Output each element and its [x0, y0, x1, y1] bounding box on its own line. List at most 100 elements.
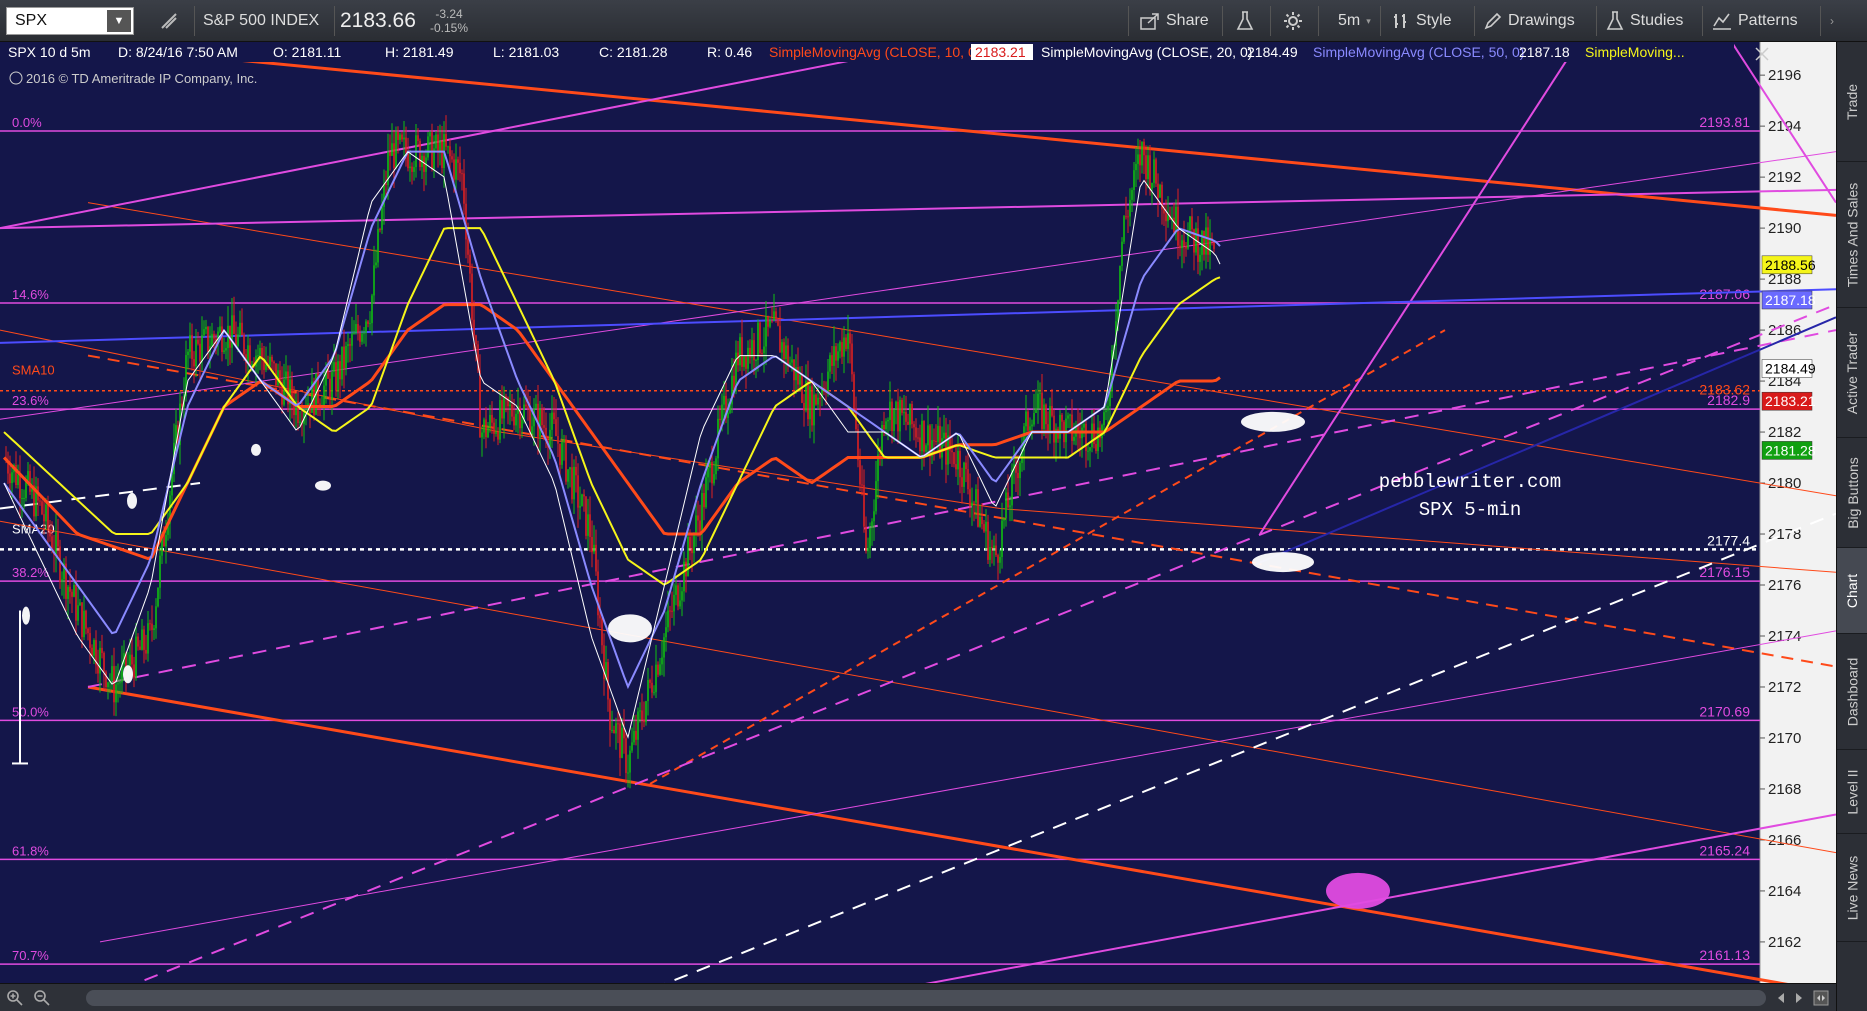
zoom-in-icon[interactable]	[6, 989, 24, 1007]
candle-body	[1173, 217, 1175, 233]
tab-trade[interactable]: Trade	[1837, 42, 1867, 162]
drawing-marker[interactable]	[608, 614, 652, 643]
style-menu[interactable]: Style	[1392, 0, 1452, 42]
candle-body	[773, 311, 775, 321]
candle-body	[195, 339, 197, 367]
candle-body	[809, 386, 811, 420]
candle-body	[835, 346, 837, 361]
candle-body	[57, 531, 59, 547]
candle-body	[633, 730, 635, 743]
candle-body	[989, 547, 991, 560]
candle-body	[843, 337, 845, 357]
tab-level-ii[interactable]: Level II	[1837, 750, 1867, 834]
candle-body	[627, 772, 629, 774]
fib-level-price: 2187.06	[1699, 286, 1750, 302]
candle-body	[539, 408, 541, 437]
candle-body	[473, 319, 475, 336]
candle-body	[1095, 444, 1097, 452]
candle-body	[1209, 237, 1211, 255]
candle-body	[1091, 423, 1093, 448]
scroll-left-icon[interactable]	[1774, 991, 1788, 1005]
share-button[interactable]: Share	[1140, 0, 1209, 42]
candle-body	[591, 536, 593, 553]
candle-body	[521, 419, 523, 429]
link-icon[interactable]	[158, 0, 180, 42]
candle-body	[655, 664, 657, 693]
studies-menu[interactable]: Studies	[1606, 0, 1683, 42]
candle-body	[851, 343, 853, 375]
candle-body	[1183, 240, 1185, 247]
drawing-marker[interactable]	[1241, 411, 1305, 432]
candle-body	[483, 419, 485, 433]
candle-body	[361, 333, 363, 342]
candle-body	[599, 615, 601, 619]
flask-icon[interactable]	[1236, 0, 1254, 42]
price-tag-label: 2181.28	[1765, 442, 1816, 458]
change-value: -3.24	[435, 7, 463, 21]
candle-body	[273, 361, 275, 364]
candle-body	[819, 397, 821, 399]
tab-big-buttons[interactable]: Big Buttons	[1837, 438, 1867, 548]
candle-body	[935, 441, 937, 443]
fib-level-price: 2165.24	[1699, 842, 1750, 858]
candle-body	[29, 471, 31, 492]
candle-body	[973, 502, 975, 504]
candle-body	[1123, 216, 1125, 242]
candle-body	[437, 134, 439, 152]
candle-body	[491, 414, 493, 423]
candle-body	[71, 591, 73, 597]
tab-active-trader[interactable]: Active Trader	[1837, 308, 1867, 438]
candle-body	[417, 135, 419, 141]
drawings-menu[interactable]: Drawings	[1484, 0, 1575, 42]
candle-body	[1083, 423, 1085, 428]
candle-body	[969, 489, 971, 507]
candle-body	[137, 636, 139, 647]
candle-body	[925, 445, 927, 452]
candle-body	[399, 134, 401, 140]
candle-body	[1047, 424, 1049, 431]
candle-body	[191, 334, 193, 360]
drawing-marker[interactable]	[22, 606, 30, 625]
candle-body	[97, 665, 99, 674]
candle-body	[519, 406, 521, 429]
more-chevron-icon[interactable]: ›	[1830, 0, 1834, 42]
candle-body	[1119, 265, 1121, 301]
candle-body	[841, 342, 843, 357]
zoom-out-icon[interactable]	[33, 989, 51, 1007]
drawing-marker[interactable]	[127, 492, 137, 509]
tab-times-and-sales[interactable]: Times And Sales	[1837, 162, 1867, 308]
drawing-marker[interactable]	[315, 480, 331, 491]
candle-body	[665, 627, 667, 638]
candle-body	[221, 326, 223, 352]
tab-chart[interactable]: Chart	[1837, 548, 1867, 634]
candle-body	[535, 403, 537, 409]
candle-body	[1157, 183, 1159, 198]
chevron-down-icon[interactable]: ▼	[107, 10, 131, 32]
candle-body	[11, 472, 13, 484]
candle-body	[351, 333, 353, 346]
drawing-marker[interactable]	[123, 665, 133, 684]
horizontal-scrollbar[interactable]	[86, 990, 1766, 1006]
candle-body	[651, 682, 653, 693]
patterns-menu[interactable]: Patterns	[1712, 0, 1798, 42]
price-chart[interactable]: 2160216221642166216821702172217421762178…	[0, 42, 1836, 1011]
drawing-marker[interactable]	[1252, 552, 1314, 573]
candle-body	[677, 585, 679, 607]
candle-body	[1185, 246, 1187, 249]
expand-icon[interactable]	[1813, 990, 1829, 1006]
candle-body	[1041, 392, 1043, 430]
candle-body	[419, 140, 421, 167]
tab-live-news[interactable]: Live News	[1837, 834, 1867, 942]
y-tick-label: 2172	[1768, 679, 1801, 696]
drawing-marker[interactable]	[1326, 872, 1390, 909]
gear-icon[interactable]	[1283, 0, 1303, 42]
symbol-selector[interactable]: SPX ▼	[6, 7, 134, 35]
candle-body	[1197, 228, 1199, 262]
drawing-marker[interactable]	[251, 443, 261, 456]
tab-dashboard[interactable]: Dashboard	[1837, 634, 1867, 750]
candle-body	[91, 647, 93, 656]
candle-body	[1061, 414, 1063, 422]
candle-body	[891, 401, 893, 432]
scroll-right-icon[interactable]	[1792, 991, 1806, 1005]
interval-selector[interactable]: 5m ▾	[1338, 0, 1371, 42]
